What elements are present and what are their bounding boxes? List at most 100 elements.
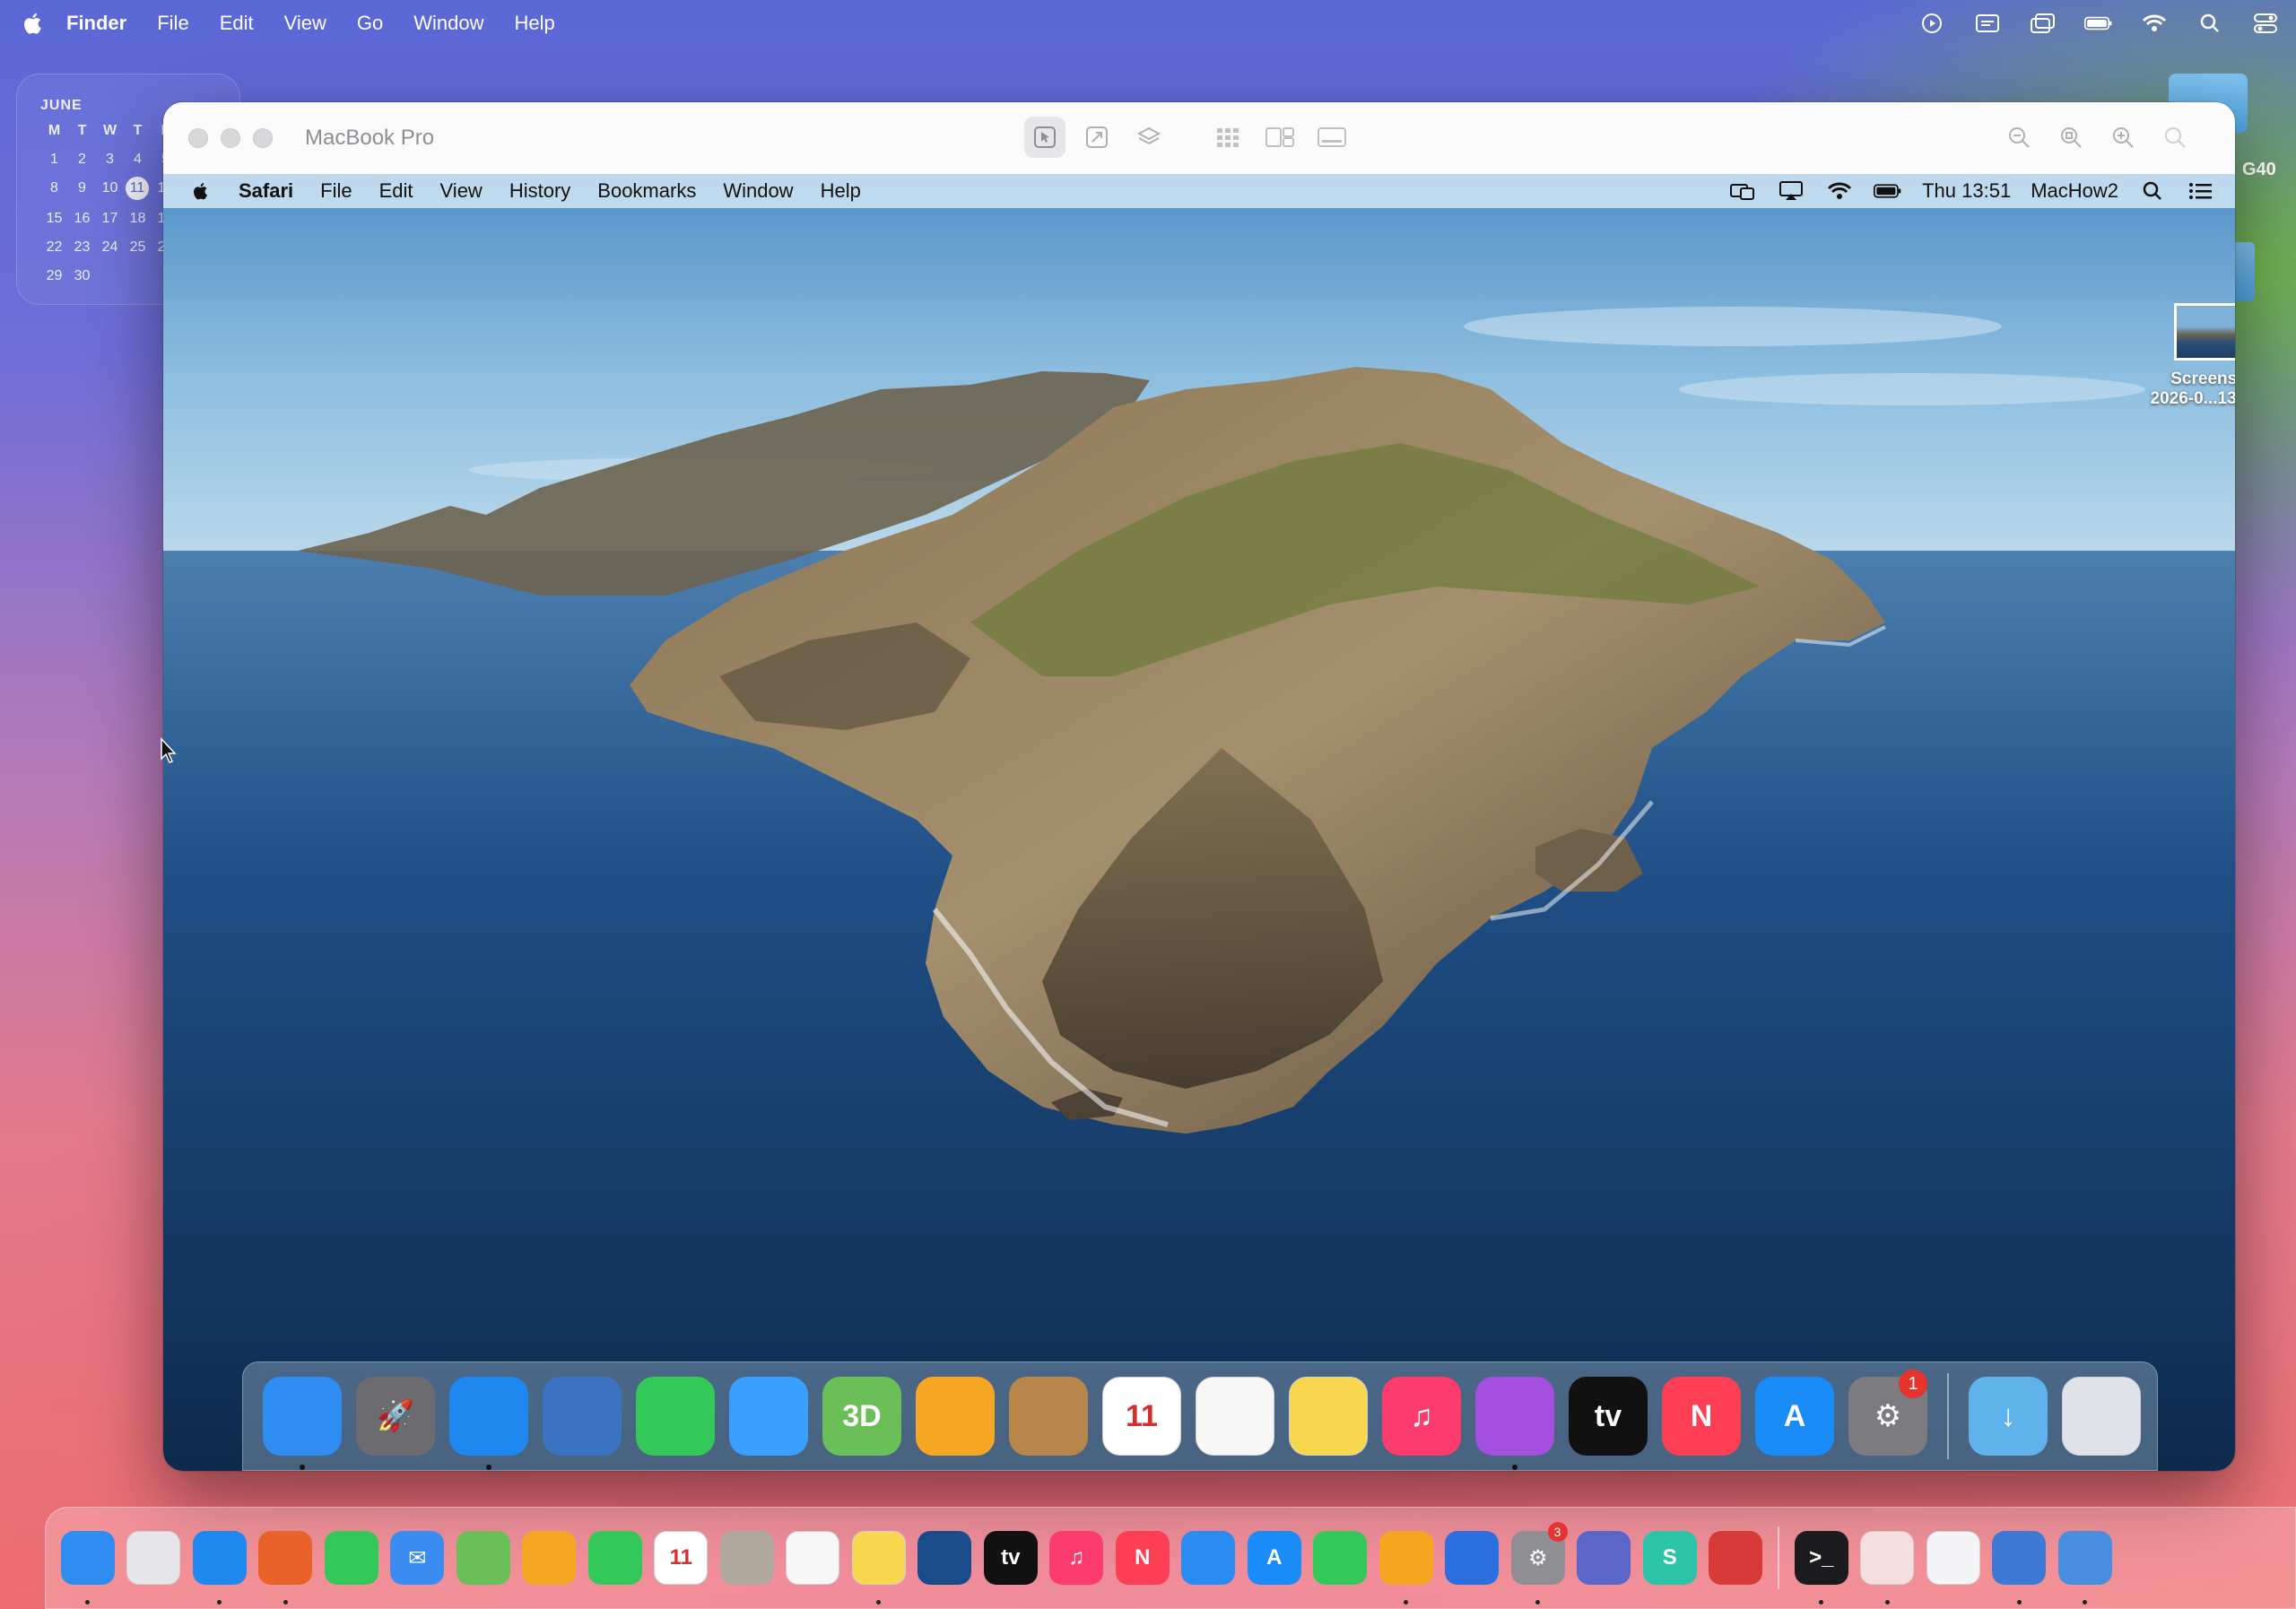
desktop-screenshot-file[interactable]: Screenshot 2026-0...13.50.55 [2047, 303, 2235, 409]
play-icon[interactable] [1918, 11, 1946, 36]
menu-go[interactable]: Go [357, 12, 383, 35]
dock-notes[interactable] [1282, 1370, 1375, 1463]
menu-window[interactable]: Window [413, 12, 483, 35]
dock-finder[interactable] [256, 1370, 349, 1470]
remote-menu-bookmarks[interactable]: Bookmarks [597, 179, 696, 203]
dock-xcode-like[interactable] [1439, 1522, 1506, 1594]
dock-safari[interactable] [187, 1522, 253, 1605]
dock-pages[interactable] [1373, 1522, 1439, 1605]
dock-numbers[interactable] [1308, 1522, 1374, 1594]
spotlight-icon[interactable] [2138, 178, 2167, 204]
dock-tv[interactable]: tv [978, 1522, 1044, 1594]
minimize-button[interactable] [221, 128, 240, 148]
dock-facetime[interactable] [629, 1370, 722, 1463]
dock-app-store[interactable]: A [1241, 1522, 1308, 1594]
menu-help[interactable]: Help [515, 12, 555, 35]
dock-finder[interactable] [55, 1522, 121, 1605]
dock-notes[interactable] [846, 1522, 912, 1605]
remote-menu-window[interactable]: Window [723, 179, 793, 203]
dock-news[interactable]: N [1109, 1522, 1176, 1594]
zoom-button[interactable] [253, 128, 273, 148]
remote-hostname[interactable]: MacHow2 [2031, 179, 2118, 203]
menu-app-finder[interactable]: Finder [66, 12, 126, 35]
dock-downloads-folder[interactable]: ↓ [1961, 1370, 2055, 1463]
wifi-icon[interactable] [1825, 178, 1854, 204]
dock-simulator[interactable] [1571, 1522, 1638, 1594]
dock-photos[interactable] [517, 1522, 583, 1594]
remote-menu-edit[interactable]: Edit [379, 179, 413, 203]
split-icon[interactable] [1259, 117, 1300, 158]
remote-menu-help[interactable]: Help [821, 179, 861, 203]
dock-activity-monitor[interactable] [1855, 1522, 1921, 1605]
scale-icon[interactable] [1076, 117, 1118, 158]
dock-launchpad[interactable]: 🚀 [349, 1370, 442, 1463]
control-center-icon[interactable] [2251, 11, 2280, 36]
zoom-in-icon[interactable] [2102, 117, 2144, 158]
dock-messages[interactable] [318, 1522, 385, 1594]
pointer-icon[interactable] [1024, 117, 1065, 158]
dock-maps[interactable]: 3D [815, 1370, 909, 1463]
dock-preview[interactable] [535, 1370, 629, 1463]
remote-menu-app-safari[interactable]: Safari [239, 179, 293, 203]
menu-edit[interactable]: Edit [220, 12, 254, 35]
remote-clock[interactable]: Thu 13:51 [1922, 179, 2011, 203]
grid-icon[interactable] [1207, 117, 1248, 158]
dock-reminders[interactable] [1188, 1370, 1282, 1463]
single-icon[interactable] [1311, 117, 1352, 158]
dock-calendar[interactable]: 11 [1095, 1370, 1188, 1463]
remote-menu-view[interactable]: View [440, 179, 483, 203]
dock-system-preferences[interactable]: ⚙ 1 [1841, 1370, 1935, 1463]
dock-screen-sharing[interactable] [1987, 1522, 2053, 1605]
apple-logo-icon[interactable] [190, 179, 212, 203]
dock-reminders[interactable] [780, 1522, 847, 1594]
airplay-icon[interactable] [1777, 178, 1805, 204]
dock-trash[interactable] [2055, 1370, 2148, 1463]
zoom-fit-icon[interactable] [2050, 117, 2092, 158]
close-button[interactable] [188, 128, 208, 148]
dock-system-settings[interactable]: ⚙ 3 [1505, 1522, 1571, 1605]
dock-podcasts[interactable] [1468, 1370, 1561, 1470]
dock-surfshark[interactable]: S [1637, 1522, 1703, 1594]
dock-music[interactable]: ♫ [1044, 1522, 1110, 1594]
menu-file[interactable]: File [157, 12, 188, 35]
dock-music[interactable]: ♫ [1375, 1370, 1468, 1463]
notification-center-icon[interactable] [2187, 178, 2215, 204]
dock-app-store[interactable]: A [1748, 1370, 1841, 1463]
dock-safari[interactable] [442, 1370, 535, 1470]
dock-spreadsheet[interactable] [1920, 1522, 1987, 1594]
dock-terminal[interactable]: >_ [1788, 1522, 1855, 1605]
zoom-actual-icon[interactable] [2154, 117, 2196, 158]
dock-photos[interactable] [909, 1370, 1002, 1463]
wifi-icon[interactable] [2140, 11, 2169, 36]
dock-maps[interactable] [450, 1522, 517, 1594]
desktop-item-label[interactable]: G40 [2242, 160, 2276, 180]
dock-parallels[interactable] [1703, 1522, 1770, 1594]
menu-view[interactable]: View [284, 12, 326, 35]
dock-freeform[interactable] [912, 1522, 978, 1594]
remote-menu-file[interactable]: File [320, 179, 352, 203]
display-icon[interactable] [1728, 178, 1757, 204]
window-titlebar[interactable]: MacBook Pro [163, 102, 2235, 174]
zoom-out-icon[interactable] [1998, 117, 2039, 158]
remote-menu-history[interactable]: History [509, 179, 570, 203]
battery-icon[interactable] [1874, 178, 1902, 204]
dock-news[interactable]: N [1655, 1370, 1748, 1463]
apple-logo-icon[interactable] [20, 10, 47, 37]
window-icon[interactable] [2029, 11, 2057, 36]
dock-mail[interactable]: ✉ [385, 1522, 451, 1594]
dock-tv[interactable]: tv [1561, 1370, 1655, 1463]
dock-disk-utility[interactable] [2052, 1522, 2118, 1605]
remote-screen[interactable]: Safari File Edit View History Bookmarks … [163, 174, 2235, 1471]
dock-calendar[interactable]: 11 [648, 1522, 715, 1594]
dock-keynote[interactable] [1176, 1522, 1242, 1594]
battery-icon[interactable] [2084, 11, 2113, 36]
dock-contacts[interactable] [1002, 1370, 1095, 1463]
search-icon[interactable] [2196, 11, 2224, 36]
layers-icon[interactable] [1128, 117, 1170, 158]
dock-launchpad[interactable] [121, 1522, 187, 1594]
dock-facetime[interactable] [582, 1522, 648, 1594]
caption-icon[interactable] [1973, 11, 2002, 36]
dock-firefox[interactable] [253, 1522, 319, 1605]
dock-contacts[interactable] [714, 1522, 780, 1594]
dock-messages[interactable] [722, 1370, 815, 1463]
